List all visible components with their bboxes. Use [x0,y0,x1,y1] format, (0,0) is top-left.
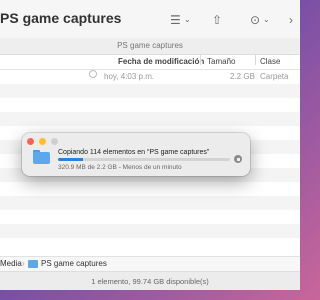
empty-row [0,224,300,238]
list-view-icon[interactable]: ☰ [170,13,181,27]
empty-row [0,84,300,98]
minimize-window-button[interactable] [39,138,46,145]
row-date: hoy, 4:03 p.m. [104,72,155,81]
path-item-media[interactable]: Media [0,257,22,271]
list-item[interactable]: hoy, 4:03 p.m. 2.2 GB Carpeta [0,70,300,84]
copy-title: Copiando 114 elementos en “PS game captu… [58,149,210,156]
folder-icon [33,150,50,165]
close-window-button[interactable] [27,138,34,145]
folder-icon [28,260,38,268]
empty-row [0,112,300,126]
path-separator: › [22,259,25,268]
column-header: Fecha de modificación Tamaño Clase [0,55,300,70]
progress-bar [58,158,230,161]
empty-row [0,210,300,224]
toolbar: PS game captures ☰ ⌄ ⇧ ⊙ ⌄ › [0,0,300,39]
copy-detail: 320.9 MB de 2.2 GB - Menos de un minuto [58,164,182,171]
empty-row [0,238,300,252]
zoom-window-button [51,138,58,145]
clock-icon [89,70,97,78]
column-date[interactable]: Fecha de modificación [118,55,204,69]
column-divider[interactable] [200,55,201,65]
path-bar: Media › PS game captures [0,256,300,271]
column-divider[interactable] [255,55,256,65]
share-icon[interactable]: ⇧ [212,13,222,27]
row-size: 2.2 GB [230,72,255,81]
empty-row [0,98,300,112]
window-title: PS game captures [0,10,122,26]
column-size[interactable]: Tamaño [207,55,235,69]
more-options-icon[interactable]: ⊙ [250,13,260,27]
status-bar: 1 elemento, 99.74 GB disponible(s) [0,271,300,290]
path-title: PS game captures [0,38,300,55]
chevron-down-icon[interactable]: ⌄ [263,15,270,24]
row-kind: Carpeta [260,72,289,81]
path-item-current[interactable]: PS game captures [41,257,107,271]
copy-progress-dialog: Copiando 114 elementos en “PS game captu… [22,133,250,176]
empty-row [0,182,300,196]
progress-fill [58,158,83,161]
chevron-down-icon[interactable]: ⌄ [184,15,191,24]
stop-copy-button[interactable] [234,155,242,163]
column-kind[interactable]: Clase [260,55,280,69]
empty-row [0,196,300,210]
search-icon[interactable]: › [289,13,293,27]
